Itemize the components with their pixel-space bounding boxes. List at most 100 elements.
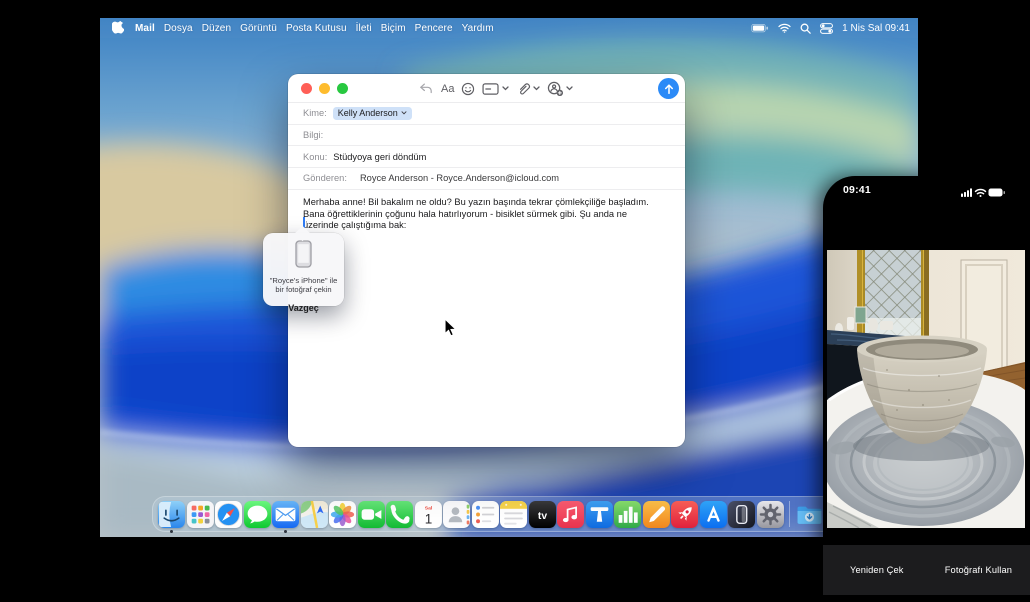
music-icon [557,501,584,528]
to-label: Kime: [303,108,327,118]
battery-icon[interactable] [751,24,769,33]
facetime-icon [358,501,385,528]
dock-item-facetime[interactable] [358,501,385,528]
dock-item-calendar[interactable]: Sal1 [415,501,442,528]
iphone-status-icons [961,185,1005,203]
subject-field[interactable]: Konu: Stüdyoya geri döndüm [288,146,685,168]
dock-item-games[interactable] [671,501,698,528]
menu-item-posta-kutusu[interactable]: Posta Kutusu [286,23,347,34]
running-indicator [170,530,173,533]
to-field[interactable]: Kime: Kelly Anderson [288,103,685,125]
dock-item-iphone-mirroring[interactable] [728,501,755,528]
recipient-token[interactable]: Kelly Anderson [333,107,412,120]
menu-item-i̇leti[interactable]: İleti [356,23,372,34]
launchpad-icon [187,501,214,528]
dock-item-phone[interactable] [386,501,413,528]
mail-icon [272,501,299,528]
menu-clock[interactable]: 1 Nis Sal 09:41 [842,23,910,34]
popover-line2: bir fotoğraf çekin [270,285,338,294]
dock-item-safari[interactable] [215,501,242,528]
close-button[interactable] [301,83,312,94]
tv-icon: tv [529,501,556,528]
phone-icon [386,501,413,528]
control-center-icon[interactable] [820,23,833,34]
from-label: Gönderen: [303,173,347,183]
dock-item-photos[interactable] [329,501,356,528]
popover-message: "Royce's iPhone" ile bir fotoğraf çekin [270,276,338,294]
cancel-button[interactable]: Vazgeç [288,299,319,318]
menu-item-bicim[interactable]: Biçim [381,23,406,34]
numbers-icon [614,501,641,528]
search-icon[interactable] [800,23,811,34]
games-icon [671,501,698,528]
dock-item-maps[interactable] [301,501,328,528]
from-field[interactable]: Gönderen: Royce Anderson - Royce.Anderso… [288,168,685,190]
menu-item-goruntu[interactable]: Görüntü [240,23,277,34]
zoom-button[interactable] [337,83,348,94]
dock-item-contacts[interactable] [443,501,470,528]
dock-item-numbers[interactable] [614,501,641,528]
dock-item-reminders[interactable] [472,501,499,528]
emoji-icon[interactable] [461,82,475,96]
battery-icon [989,189,1006,197]
message-body[interactable]: Merhaba anne! Bil bakalım ne oldu? Bu ya… [288,190,670,232]
apple-menu-icon[interactable] [112,21,124,35]
dock-item-messages[interactable] [244,501,271,528]
insert-photo-icon[interactable] [547,81,573,97]
mac-display: Mail Dosya Düzen Görüntü Posta Kutusu İleti B… [100,18,918,537]
retake-button[interactable]: Yeniden Çek [850,565,903,575]
dock-item-launchpad[interactable] [187,501,214,528]
minimize-button[interactable] [319,83,330,94]
window-controls [301,83,348,94]
menu-item-pencere[interactable]: Pencere [415,23,453,34]
cc-field[interactable]: Bilgi: [288,125,685,147]
camera-action-bar: Yeniden Çek Fotoğrafı Kullan [823,545,1030,595]
reminders-icon [472,501,499,528]
dock-item-finder[interactable] [158,501,185,528]
wifi-icon[interactable] [778,23,791,33]
attach-icon[interactable] [516,81,540,96]
continuity-camera-popover: "Royce's iPhone" ile bir fotoğraf çekin … [263,233,344,306]
wifi-icon [976,190,986,197]
dock: Sal1 tv [152,496,857,532]
pages-icon [643,501,670,528]
from-value: Royce Anderson - Royce.Anderson@icloud.c… [360,173,559,183]
popover-line1: "Royce's iPhone" ile [270,276,338,285]
dock-item-keynote[interactable] [586,501,613,528]
format-icon[interactable]: Aa [441,83,454,95]
app-store-icon [700,501,727,528]
menu-item-dosya[interactable]: Dosya [164,23,193,34]
dock-item-notes[interactable] [500,501,527,528]
chevron-down-icon [401,111,407,115]
dock-item-music[interactable] [557,501,584,528]
notes-icon [500,501,527,528]
svg-text:tv: tv [537,511,546,522]
dock-item-pages[interactable] [643,501,670,528]
dock-item-system-settings[interactable] [757,501,784,528]
subject-label: Konu: [303,152,327,162]
cc-label: Bilgi: [303,130,323,140]
undo-icon[interactable] [418,82,434,95]
menu-app-name[interactable]: Mail [135,23,155,34]
header-fields-icon[interactable] [482,82,509,96]
iphone-clock: 09:41 [843,184,871,196]
cellular-signal-icon [961,188,972,197]
safari-icon [215,501,242,528]
downloads-folder-icon [796,501,823,528]
dock-item-downloads-folder[interactable] [796,501,823,528]
use-photo-button[interactable]: Fotoğrafı Kullan [945,565,1012,575]
menu-item-yardim[interactable]: Yardım [462,23,494,34]
send-button[interactable] [658,78,679,99]
menu-item-duzen[interactable]: Düzen [202,23,231,34]
dock-item-app-store[interactable] [700,501,727,528]
dock-divider [789,501,790,527]
running-indicator [284,530,287,533]
dock-item-tv[interactable]: tv [529,501,556,528]
iphone-screen: 09:41 [823,176,1030,602]
dock-item-mail[interactable] [272,501,299,528]
compose-toolbar: Aa [288,74,685,103]
iphone-status-bar: 09:41 [823,176,1030,206]
keynote-icon [586,501,613,528]
iphone-mirroring-icon [728,501,755,528]
system-settings-icon [757,501,784,528]
